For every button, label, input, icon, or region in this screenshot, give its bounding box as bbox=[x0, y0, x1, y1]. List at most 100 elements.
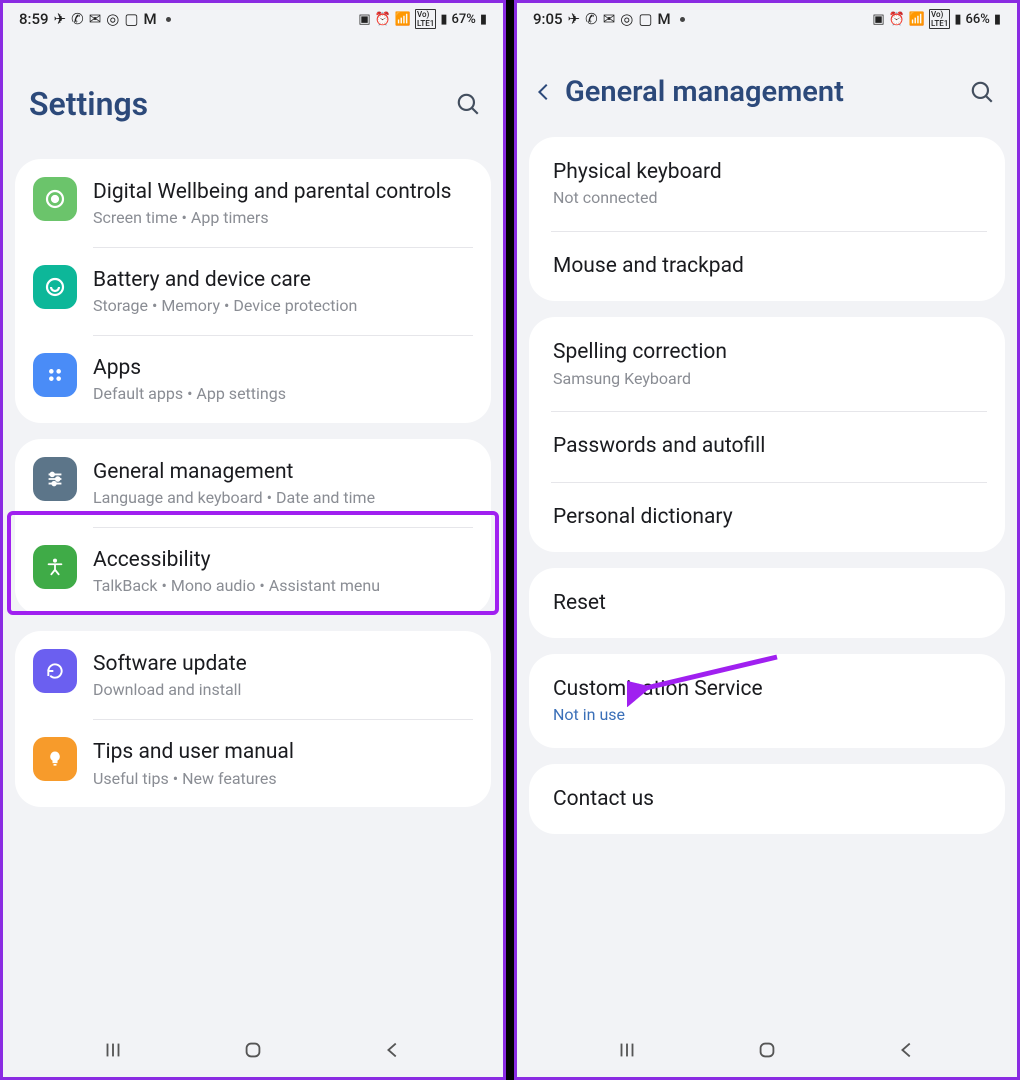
whatsapp-icon: ✆ bbox=[71, 10, 84, 28]
software-update-icon bbox=[33, 649, 77, 693]
wifi-icon: 📶 bbox=[395, 12, 411, 27]
gmail-icon: M bbox=[144, 10, 157, 28]
page-title: Settings bbox=[29, 85, 455, 123]
wifi-icon: 📶 bbox=[909, 12, 925, 27]
settings-list: Digital Wellbeing and parental controls … bbox=[3, 159, 503, 1027]
tips-icon bbox=[33, 737, 77, 781]
battery-icon: ▮ bbox=[994, 12, 1001, 27]
row-subtitle: Useful tips • New features bbox=[93, 769, 473, 790]
row-subtitle: Not connected bbox=[553, 188, 981, 209]
row-subtitle: Samsung Keyboard bbox=[553, 369, 981, 390]
search-icon[interactable] bbox=[455, 91, 481, 117]
title-bar: General management bbox=[517, 35, 1017, 137]
battery-percent: 66% bbox=[965, 12, 989, 27]
row-title: Mouse and trackpad bbox=[553, 253, 981, 279]
instagram-icon: ◎ bbox=[106, 10, 119, 28]
dnd-icon: ▣ bbox=[872, 12, 884, 27]
signal-icon: ▮ bbox=[440, 12, 447, 27]
whatsapp-icon: ✆ bbox=[585, 10, 598, 28]
status-bar: 9:05 ✈ ✆ ✉ ◎ ▢ M ▣ ⏰ 📶 Vo)LTE1 ▮ 66% ▮ bbox=[517, 3, 1017, 35]
gm-group-5: Contact us bbox=[529, 764, 1005, 834]
status-bar: 8:59 ✈ ✆ ✉ ◎ ▢ M ▣ ⏰ 📶 Vo)LTE1 ▮ 67% ▮ bbox=[3, 3, 503, 35]
row-title: Contact us bbox=[553, 786, 981, 812]
telegram-icon: ✈ bbox=[54, 10, 67, 28]
gmail-icon: M bbox=[658, 10, 671, 28]
signal-icon: ▮ bbox=[954, 12, 961, 27]
alarm-icon: ⏰ bbox=[889, 12, 905, 27]
row-tips[interactable]: Tips and user manual Useful tips • New f… bbox=[15, 719, 491, 807]
row-subtitle: Download and install bbox=[93, 680, 473, 701]
wellbeing-icon bbox=[33, 177, 77, 221]
row-wellbeing[interactable]: Digital Wellbeing and parental controls … bbox=[15, 159, 491, 247]
row-title: Apps bbox=[93, 355, 473, 381]
row-title: Battery and device care bbox=[93, 267, 473, 293]
row-subtitle: Not in use bbox=[553, 705, 981, 726]
more-icon bbox=[680, 17, 685, 22]
home-button[interactable] bbox=[756, 1039, 778, 1065]
row-physical-keyboard[interactable]: Physical keyboard Not connected bbox=[529, 137, 1005, 231]
back-button[interactable] bbox=[896, 1039, 918, 1065]
row-title: Digital Wellbeing and parental controls bbox=[93, 179, 473, 205]
general-management-list: Physical keyboard Not connected Mouse an… bbox=[517, 137, 1017, 1027]
row-subtitle: Screen time • App timers bbox=[93, 208, 473, 229]
row-title: Personal dictionary bbox=[553, 504, 981, 530]
battery-care-icon bbox=[33, 265, 77, 309]
general-management-screen: 9:05 ✈ ✆ ✉ ◎ ▢ M ▣ ⏰ 📶 Vo)LTE1 ▮ 66% ▮ G… bbox=[514, 0, 1020, 1080]
row-title: Passwords and autofill bbox=[553, 433, 981, 459]
alarm-icon: ⏰ bbox=[375, 12, 391, 27]
row-software-update[interactable]: Software update Download and install bbox=[15, 631, 491, 719]
row-title: Physical keyboard bbox=[553, 159, 981, 185]
row-title: Reset bbox=[553, 590, 981, 616]
home-button[interactable] bbox=[242, 1039, 264, 1065]
volte-icon: Vo)LTE1 bbox=[929, 9, 950, 29]
instagram-icon: ◎ bbox=[620, 10, 633, 28]
general-management-icon bbox=[33, 457, 77, 501]
settings-screen: 8:59 ✈ ✆ ✉ ◎ ▢ M ▣ ⏰ 📶 Vo)LTE1 ▮ 67% ▮ S… bbox=[0, 0, 506, 1080]
row-title: General management bbox=[93, 459, 473, 485]
apps-icon bbox=[33, 353, 77, 397]
gm-group-2: Spelling correction Samsung Keyboard Pas… bbox=[529, 317, 1005, 552]
volte-icon: Vo)LTE1 bbox=[415, 9, 436, 29]
row-subtitle: Language and keyboard • Date and time bbox=[93, 488, 473, 509]
row-title: Tips and user manual bbox=[93, 739, 473, 765]
settings-group-3: Software update Download and install Tip… bbox=[15, 631, 491, 807]
row-title: Software update bbox=[93, 651, 473, 677]
recents-button[interactable] bbox=[616, 1039, 638, 1065]
battery-percent: 67% bbox=[451, 12, 475, 27]
battery-icon: ▮ bbox=[480, 12, 487, 27]
camera-icon: ▢ bbox=[124, 10, 138, 28]
row-apps[interactable]: Apps Default apps • App settings bbox=[15, 335, 491, 423]
row-passwords-autofill[interactable]: Passwords and autofill bbox=[529, 411, 1005, 481]
row-battery[interactable]: Battery and device care Storage • Memory… bbox=[15, 247, 491, 335]
dnd-icon: ▣ bbox=[358, 12, 370, 27]
recents-button[interactable] bbox=[102, 1039, 124, 1065]
row-subtitle: Default apps • App settings bbox=[93, 384, 473, 405]
row-title: Spelling correction bbox=[553, 339, 981, 365]
row-subtitle: Storage • Memory • Device protection bbox=[93, 296, 473, 317]
camera-icon: ▢ bbox=[638, 10, 652, 28]
back-icon[interactable] bbox=[533, 81, 555, 103]
highlight-general-management bbox=[7, 511, 499, 615]
row-mouse-trackpad[interactable]: Mouse and trackpad bbox=[529, 231, 1005, 301]
row-personal-dictionary[interactable]: Personal dictionary bbox=[529, 482, 1005, 552]
gm-group-1: Physical keyboard Not connected Mouse an… bbox=[529, 137, 1005, 301]
back-button[interactable] bbox=[382, 1039, 404, 1065]
row-customisation-service[interactable]: Customisation Service Not in use bbox=[529, 654, 1005, 748]
gm-group-3: Reset bbox=[529, 568, 1005, 638]
page-title: General management bbox=[565, 75, 969, 109]
title-bar: Settings bbox=[3, 35, 503, 159]
status-time: 8:59 bbox=[19, 10, 49, 28]
row-contact-us[interactable]: Contact us bbox=[529, 764, 1005, 834]
row-reset[interactable]: Reset bbox=[529, 568, 1005, 638]
status-time: 9:05 bbox=[533, 10, 563, 28]
more-icon bbox=[166, 17, 171, 22]
chat-icon: ✉ bbox=[89, 10, 102, 28]
telegram-icon: ✈ bbox=[568, 10, 581, 28]
navigation-bar bbox=[517, 1027, 1017, 1077]
search-icon[interactable] bbox=[969, 79, 995, 105]
chat-icon: ✉ bbox=[603, 10, 616, 28]
gm-group-4: Customisation Service Not in use bbox=[529, 654, 1005, 748]
row-title: Customisation Service bbox=[553, 676, 981, 702]
settings-group-1: Digital Wellbeing and parental controls … bbox=[15, 159, 491, 423]
row-spelling-correction[interactable]: Spelling correction Samsung Keyboard bbox=[529, 317, 1005, 411]
